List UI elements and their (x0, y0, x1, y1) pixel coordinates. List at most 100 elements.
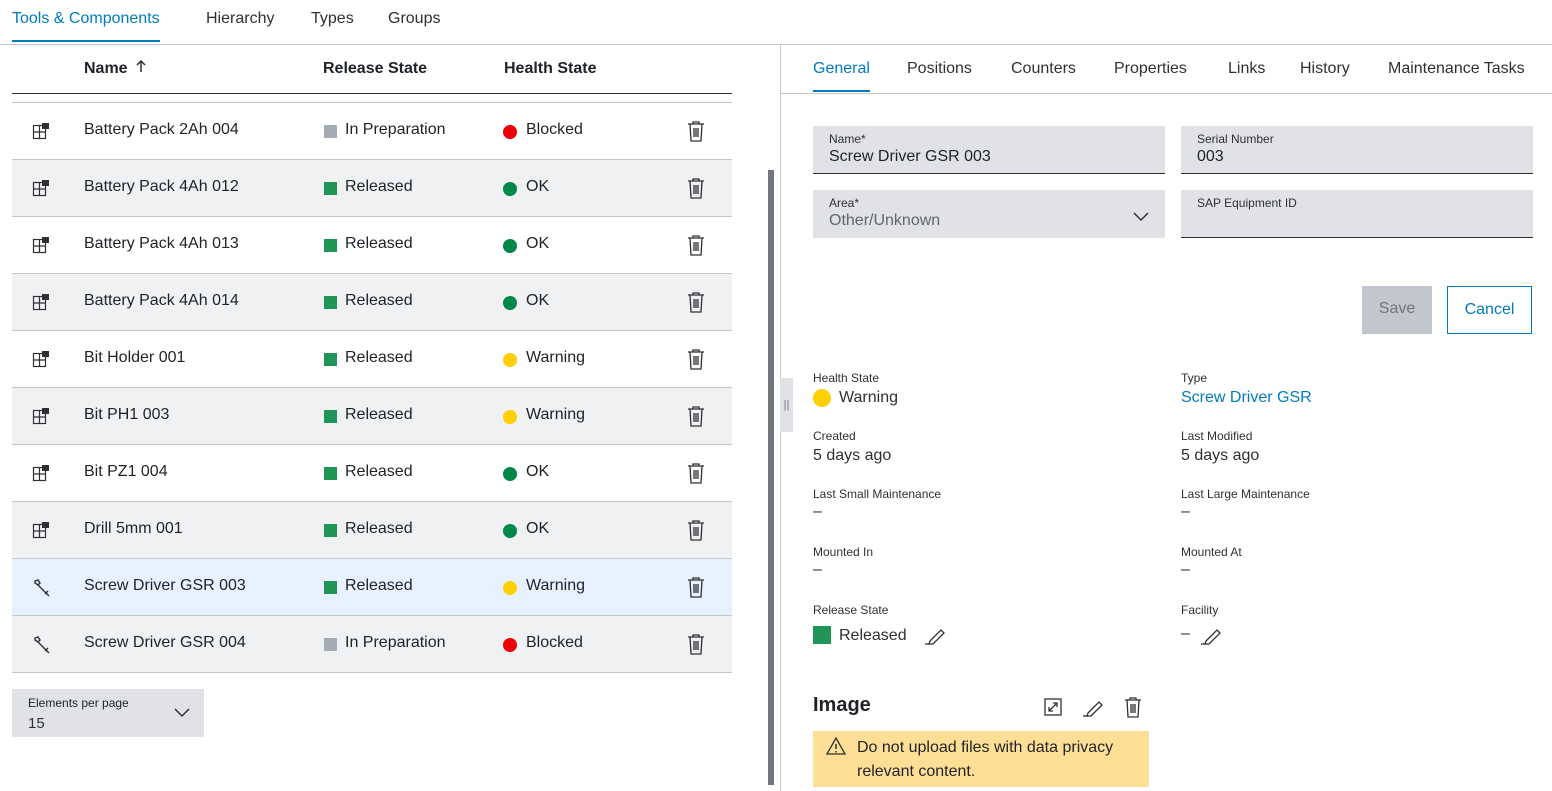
row-name: Screw Driver GSR 003 (84, 577, 246, 594)
created-value: 5 days ago (813, 447, 892, 464)
row-health-state: Warning (526, 406, 585, 423)
elements-per-page-select[interactable]: Elements per page 15 (12, 689, 204, 737)
table-row[interactable]: Screw Driver GSR 004 In Preparation Blocke… (12, 616, 732, 673)
row-name: Battery Pack 2Ah 004 (84, 121, 239, 138)
row-name: Battery Pack 4Ah 014 (84, 292, 239, 309)
tab-hierarchy[interactable]: Hierarchy (206, 10, 274, 41)
component-icon (32, 236, 50, 254)
column-header-name[interactable]: Name (84, 59, 146, 78)
row-release-state: Released (345, 292, 413, 309)
name-field[interactable]: Name* Screw Driver GSR 003 (813, 126, 1165, 174)
table-row[interactable]: Bit Holder 001 Released Warning (12, 331, 732, 388)
mounted-in-value: – (813, 561, 822, 578)
delete-row-icon[interactable] (686, 576, 706, 598)
delete-row-icon[interactable] (686, 519, 706, 541)
sap-equipment-id-label: SAP Equipment ID (1197, 196, 1297, 210)
row-release-state: In Preparation (345, 121, 446, 138)
row-name: Drill 5mm 001 (84, 520, 183, 537)
last-large-maintenance-label: Last Large Maintenance (1181, 487, 1310, 501)
area-select[interactable]: Area* Other/Unknown (813, 190, 1165, 238)
elements-per-page-value: 15 (28, 715, 45, 732)
row-health-state: Blocked (526, 121, 583, 138)
sort-ascending-icon (136, 59, 146, 78)
table-row[interactable]: Battery Pack 4Ah 012 Released OK (12, 160, 732, 217)
mounted-at-value: – (1181, 561, 1190, 578)
health-state-dot (503, 467, 517, 481)
release-state-square (324, 296, 337, 309)
delete-row-icon[interactable] (686, 120, 706, 142)
table-scrollbar[interactable] (768, 170, 774, 785)
table-row[interactable]: Screw Driver GSR 003 Released Warning (12, 559, 732, 616)
table-row[interactable]: Battery Pack 4Ah 014 Released OK (12, 274, 732, 331)
row-name: Bit Holder 001 (84, 349, 186, 366)
health-state-dot (503, 125, 517, 139)
release-state-square (324, 410, 337, 423)
row-release-state: Released (345, 178, 413, 195)
delete-row-icon[interactable] (686, 348, 706, 370)
tab-properties[interactable]: Properties (1114, 60, 1187, 91)
row-release-state: Released (345, 235, 413, 252)
panel-resize-handle[interactable]: || (780, 378, 793, 432)
save-button[interactable]: Save (1362, 286, 1432, 334)
health-state-dot (503, 524, 517, 538)
release-state-square (324, 524, 337, 537)
table-row[interactable]: Bit PZ1 004 Released OK (12, 445, 732, 502)
component-icon (32, 293, 50, 311)
tab-types[interactable]: Types (311, 10, 354, 41)
wrench-icon (32, 578, 50, 597)
facility-value: – (1181, 625, 1190, 642)
table-row[interactable]: Drill 5mm 001 Released OK (12, 502, 732, 559)
mounted-at-label: Mounted At (1181, 545, 1242, 559)
tab-tools-components[interactable]: Tools & Components (12, 10, 160, 42)
cancel-button[interactable]: Cancel (1447, 286, 1532, 334)
delete-row-icon[interactable] (686, 234, 706, 256)
release-state-square (324, 125, 337, 138)
health-state-dot (503, 410, 517, 424)
release-state-square (324, 581, 337, 594)
delete-row-icon[interactable] (686, 405, 706, 427)
created-label: Created (813, 429, 856, 443)
row-name: Bit PH1 003 (84, 406, 170, 423)
column-header-name-label: Name (84, 60, 128, 77)
column-header-release-state[interactable]: Release State (323, 60, 427, 78)
release-state-value: Released (839, 627, 907, 644)
tab-counters[interactable]: Counters (1011, 60, 1076, 91)
last-modified-label: Last Modified (1181, 429, 1253, 443)
expand-image-icon[interactable] (1043, 697, 1063, 722)
tab-general[interactable]: General (813, 60, 870, 92)
serial-number-field[interactable]: Serial Number 003 (1181, 126, 1533, 174)
row-release-state: Released (345, 463, 413, 480)
sap-equipment-id-field[interactable]: SAP Equipment ID (1181, 190, 1533, 238)
tab-links[interactable]: Links (1228, 60, 1265, 91)
column-header-health-state[interactable]: Health State (504, 60, 596, 78)
edit-release-state-icon[interactable] (924, 625, 946, 650)
row-health-state: OK (526, 463, 550, 480)
tab-positions[interactable]: Positions (907, 60, 972, 91)
chevron-down-icon (1133, 209, 1149, 227)
edit-image-icon[interactable] (1082, 697, 1104, 722)
table-row[interactable]: Battery Pack 2Ah 004 In Preparation Blocke… (12, 103, 732, 160)
table-row[interactable]: Battery Pack 4Ah 013 Released OK (12, 217, 732, 274)
delete-row-icon[interactable] (686, 462, 706, 484)
tab-maintenance-tasks[interactable]: Maintenance Tasks (1388, 60, 1525, 91)
row-release-state: In Preparation (345, 634, 446, 651)
area-label: Area* (829, 196, 860, 210)
row-name: Battery Pack 4Ah 012 (84, 178, 239, 195)
edit-facility-icon[interactable] (1200, 625, 1222, 650)
table-row[interactable]: Bit PH1 003 Released Warning (12, 388, 732, 445)
delete-image-icon[interactable] (1123, 696, 1143, 723)
delete-row-icon[interactable] (686, 291, 706, 313)
name-field-label: Name* (829, 132, 866, 146)
tab-history[interactable]: History (1300, 60, 1350, 91)
health-state-dot (503, 182, 517, 196)
header-divider (12, 93, 732, 94)
delete-row-icon[interactable] (686, 177, 706, 199)
tab-groups[interactable]: Groups (388, 10, 440, 41)
facility-label: Facility (1181, 603, 1219, 617)
data-privacy-warning-text: Do not upload files with data privacy re… (857, 739, 1114, 780)
serial-number-value: 003 (1197, 148, 1224, 165)
last-small-maintenance-label: Last Small Maintenance (813, 487, 942, 501)
type-link[interactable]: Screw Driver GSR (1181, 389, 1312, 407)
top-tab-bar: Tools & Components Hierarchy Types Group… (0, 0, 1552, 45)
delete-row-icon[interactable] (686, 633, 706, 655)
